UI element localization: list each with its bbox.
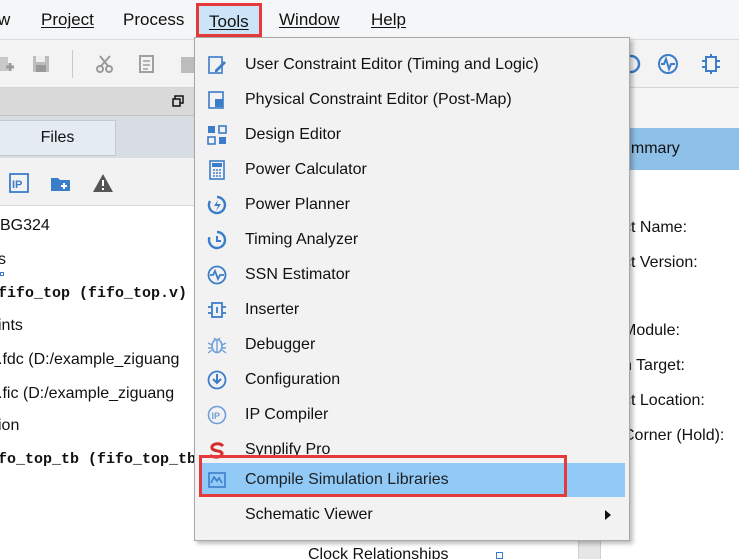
- menu-window[interactable]: Window: [279, 9, 339, 31]
- add-file-icon[interactable]: [0, 53, 16, 75]
- menu-item-label: Power Planner: [245, 196, 350, 213]
- menu-bar: w Project Process Tools Window Help: [0, 0, 739, 40]
- menu-process-label: Process: [123, 10, 185, 29]
- menu-help-label: Help: [371, 10, 406, 29]
- menu-help[interactable]: Help: [371, 9, 406, 31]
- summary-project-name-label: ct Name:: [623, 219, 688, 236]
- expand-box-icon[interactable]: [496, 552, 503, 559]
- bug-icon: [207, 337, 227, 354]
- menu-item-power-planner[interactable]: Power Planner: [199, 188, 625, 222]
- power-swirl-icon: [207, 195, 227, 215]
- tree-item-fifo-top-tb[interactable]: fo_top_tb (fifo_top_tb: [0, 450, 196, 470]
- menu-item-label: IP Compiler: [245, 406, 329, 423]
- svg-text:IP: IP: [212, 411, 221, 421]
- menu-item-label: Configuration: [245, 371, 341, 388]
- menu-item-label: Inserter: [245, 301, 300, 318]
- menu-item-design-editor[interactable]: Design Editor: [199, 118, 625, 152]
- clock-icon: [207, 230, 227, 250]
- tree-node-marker: [0, 272, 4, 276]
- menu-item-user-constraint-editor[interactable]: User Constraint Editor (Timing and Logic…: [199, 48, 625, 82]
- menu-view-label: w: [0, 10, 11, 29]
- pencil-doc-icon: [208, 56, 226, 74]
- panel-title-bar: [0, 88, 196, 116]
- chip-icon[interactable]: [700, 53, 722, 75]
- project-tree: BG324 s fifo_top (fifo_top.v) ints .fdc …: [0, 206, 196, 559]
- waveform-icon[interactable]: [657, 53, 679, 75]
- menu-item-debugger[interactable]: Debugger: [199, 328, 625, 362]
- summary-design-target-label: n Target:: [623, 357, 685, 374]
- menu-project[interactable]: Project: [41, 9, 94, 31]
- summary-top-module-label: Module:: [623, 322, 680, 339]
- menu-item-label: User Constraint Editor (Timing and Logic…: [245, 56, 539, 73]
- copy-icon[interactable]: [136, 53, 158, 75]
- menu-item-power-calculator[interactable]: Power Calculator: [199, 153, 625, 187]
- menu-window-label: Window: [279, 10, 340, 29]
- tree-item-fdc-file[interactable]: .fdc (D:/example_ziguang: [0, 350, 179, 370]
- save-icon[interactable]: [30, 53, 52, 75]
- menu-item-label: Timing Analyzer: [245, 231, 359, 248]
- menu-project-label: Project: [41, 10, 94, 29]
- panel-tabs: Files: [0, 116, 196, 158]
- summary-project-location-label: ct Location:: [623, 392, 705, 409]
- annotation-highlight-box: [199, 455, 567, 497]
- tree-item-simulation[interactable]: ion: [0, 416, 19, 436]
- warning-icon[interactable]: [92, 172, 114, 194]
- clock-relationships-link[interactable]: Clock Relationships: [308, 545, 449, 559]
- cut-icon[interactable]: [94, 53, 116, 75]
- menu-tools[interactable]: Tools: [196, 3, 262, 37]
- restore-window-icon[interactable]: [172, 95, 184, 107]
- design-grid-icon: [207, 125, 227, 145]
- menu-tools-label: Tools: [209, 12, 249, 31]
- summary-project-version-label: ct Version:: [623, 254, 698, 271]
- menu-item-ssn-estimator[interactable]: SSN Estimator: [199, 258, 625, 292]
- add-folder-icon[interactable]: [50, 172, 72, 194]
- panel-toolbar: IP: [0, 158, 196, 206]
- ip-add-icon[interactable]: IP: [8, 172, 30, 194]
- wave-circle-icon: [207, 265, 227, 285]
- menu-item-label: Physical Constraint Editor (Post-Map): [245, 91, 512, 108]
- submenu-arrow-icon: [605, 510, 611, 520]
- menu-item-label: Power Calculator: [245, 161, 367, 178]
- menu-item-configuration[interactable]: Configuration: [199, 363, 625, 397]
- calculator-icon: [209, 160, 225, 180]
- menu-item-label: SSN Estimator: [245, 266, 350, 283]
- tree-item-constraints[interactable]: ints: [0, 316, 23, 336]
- menu-process[interactable]: Process: [123, 9, 184, 31]
- tree-item-device[interactable]: BG324: [0, 216, 50, 236]
- menu-item-physical-constraint-editor[interactable]: Physical Constraint Editor (Post-Map): [199, 83, 625, 117]
- inserter-chip-icon: [208, 302, 226, 318]
- chip-doc-icon: [208, 91, 224, 109]
- menu-item-label: Debugger: [245, 336, 316, 353]
- toolbar-separator: [72, 50, 73, 78]
- svg-text:IP: IP: [12, 179, 22, 191]
- menu-item-ip-compiler[interactable]: IP IP Compiler: [199, 398, 625, 432]
- menu-item-label: Schematic Viewer: [245, 506, 373, 523]
- download-circle-icon: [207, 370, 227, 390]
- menu-item-label: Design Editor: [245, 126, 342, 143]
- tree-item-fic-file[interactable]: .fic (D:/example_ziguang: [0, 384, 174, 404]
- menu-item-timing-analyzer[interactable]: Timing Analyzer: [199, 223, 625, 257]
- tree-item-fifo-top[interactable]: fifo_top (fifo_top.v): [0, 284, 187, 304]
- summary-corner-hold-label: Corner (Hold):: [623, 427, 725, 444]
- ip-circle-icon: IP: [207, 405, 227, 425]
- menu-item-schematic-viewer[interactable]: Schematic Viewer: [199, 498, 625, 532]
- tab-files[interactable]: Files: [0, 120, 116, 156]
- menu-view[interactable]: w: [0, 9, 10, 31]
- menu-item-inserter[interactable]: Inserter: [199, 293, 625, 327]
- tree-item-sources[interactable]: s: [0, 250, 6, 270]
